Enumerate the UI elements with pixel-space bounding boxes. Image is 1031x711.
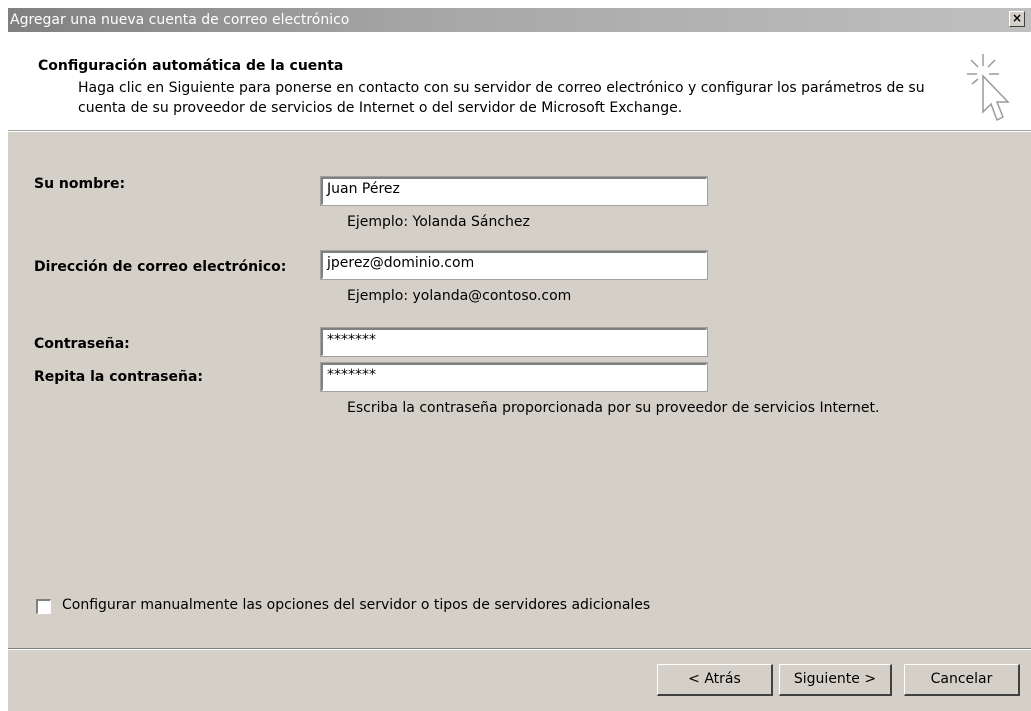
repeat-password-input[interactable]: ******* [320,362,708,392]
email-hint: Ejemplo: yolanda@contoso.com [347,288,572,304]
password-label: Contraseña: [34,336,130,352]
header-divider [8,131,1031,132]
name-hint: Ejemplo: Yolanda Sánchez [347,214,530,230]
back-button[interactable]: < Atrás [657,664,773,696]
name-input[interactable]: Juan Pérez [320,176,708,206]
manual-config-checkbox[interactable] [36,599,51,614]
close-icon: × [1011,11,1023,25]
repeat-password-label: Repita la contraseña: [34,369,203,385]
cursor-sparkle-icon [967,54,1010,122]
close-button[interactable]: × [1009,11,1025,27]
password-input[interactable]: ******* [320,327,708,357]
page-title: Configuración automática de la cuenta [38,58,344,74]
footer-divider [8,648,1031,650]
cancel-button[interactable]: Cancelar [904,664,1020,696]
page-description: Haga clic en Siguiente para ponerse en c… [78,80,925,116]
manual-config-label[interactable]: Configurar manualmente las opciones del … [62,597,650,613]
password-hint: Escriba la contraseña proporcionada por … [347,400,880,416]
window-title: Agregar una nueva cuenta de correo elect… [10,12,350,28]
name-label: Su nombre: [34,176,126,192]
email-input[interactable]: jperez@dominio.com [320,250,708,280]
header-panel: Configuración automática de la cuenta Ha… [8,32,1031,131]
title-bar[interactable]: Agregar una nueva cuenta de correo elect… [8,8,1031,32]
add-account-dialog: Agregar una nueva cuenta de correo elect… [8,8,1031,711]
next-button[interactable]: Siguiente > [779,664,892,696]
email-label: Dirección de correo electrónico: [34,259,287,275]
